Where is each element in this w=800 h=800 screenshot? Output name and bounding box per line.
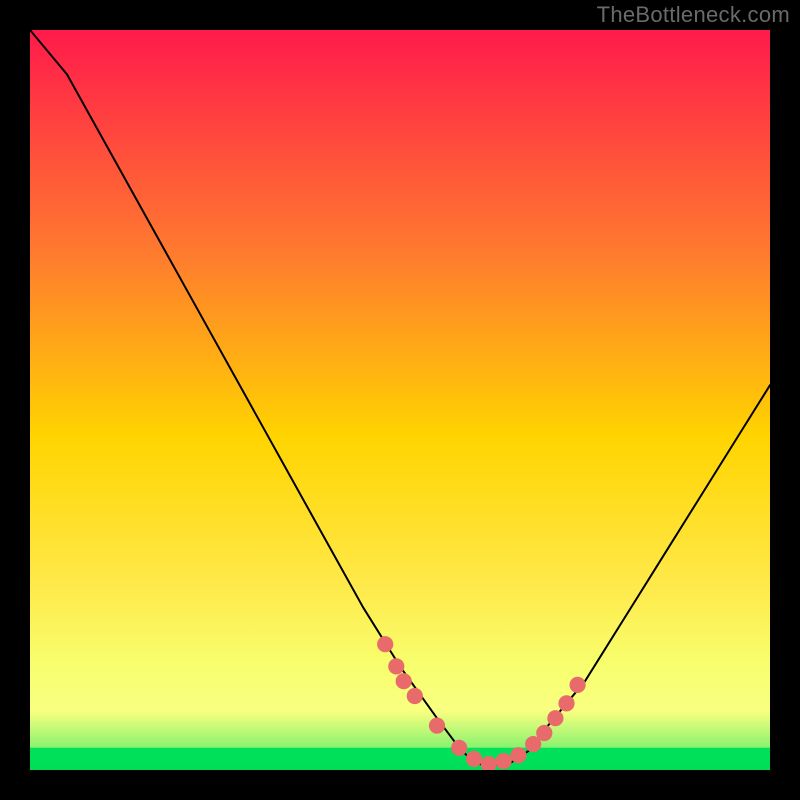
curve-marker <box>536 725 552 741</box>
curve-marker <box>558 695 574 711</box>
chart-svg <box>30 30 770 770</box>
gradient-background <box>30 30 770 770</box>
curve-marker <box>466 751 482 767</box>
curve-marker <box>451 740 467 756</box>
watermark-text: TheBottleneck.com <box>597 2 790 28</box>
curve-marker <box>570 677 586 693</box>
curve-marker <box>388 658 404 674</box>
curve-marker <box>429 718 445 734</box>
yellow-band <box>30 711 770 748</box>
curve-marker <box>496 753 512 769</box>
curve-marker <box>377 636 393 652</box>
curve-marker <box>396 673 412 689</box>
curve-marker <box>547 710 563 726</box>
green-band <box>30 748 770 770</box>
plot-area <box>30 30 770 770</box>
curve-marker <box>407 688 423 704</box>
curve-marker <box>510 747 526 763</box>
chart-frame: TheBottleneck.com <box>0 0 800 800</box>
